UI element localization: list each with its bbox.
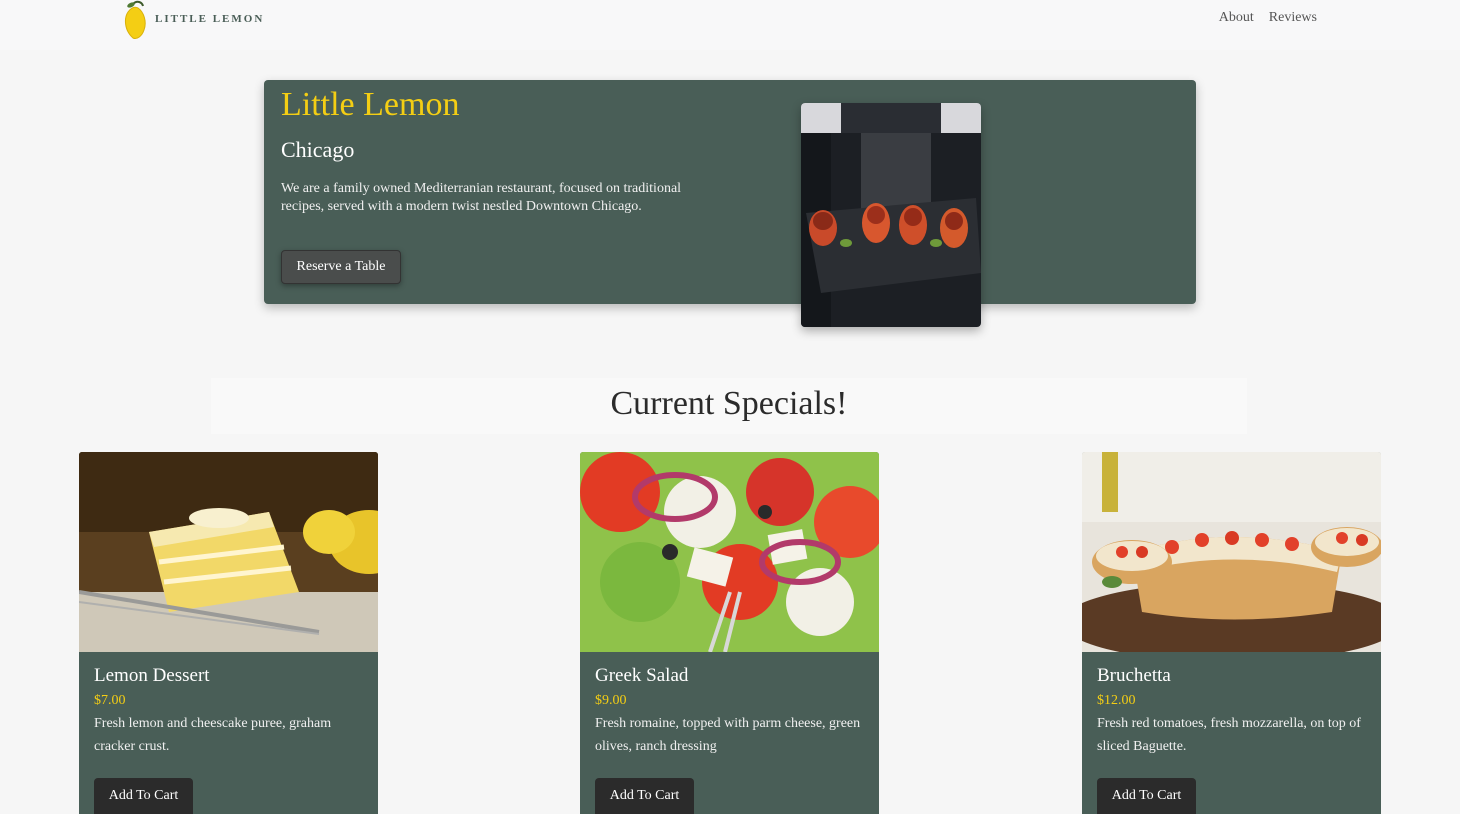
special-card-name: Bruchetta	[1097, 665, 1171, 686]
hero-description: We are a family owned Mediterranian rest…	[281, 181, 682, 214]
add-to-cart-button[interactable]: Add To Cart	[94, 778, 193, 814]
main-nav: About Reviews	[1219, 10, 1317, 26]
lemon-logo-icon	[124, 0, 146, 39]
top-bar: LITTLE LEMON About Reviews	[0, 0, 1460, 50]
special-card-description: Fresh romaine, topped with parm cheese, …	[595, 716, 861, 754]
lemon-dessert-image	[79, 452, 378, 652]
logo-text: LITTLE LEMON	[155, 13, 265, 25]
nav-link-about[interactable]: About	[1219, 10, 1254, 26]
special-card: Lemon Dessert $7.00 Fresh lemon and chee…	[79, 452, 378, 814]
add-to-cart-button[interactable]: Add To Cart	[595, 778, 694, 814]
hero-subtitle: Chicago	[281, 137, 355, 162]
special-card-price: $9.00	[595, 693, 627, 708]
special-card-name: Greek Salad	[595, 665, 689, 686]
hero-section: Little Lemon Chicago We are a family own…	[264, 80, 1196, 304]
reserve-table-button[interactable]: Reserve a Table	[281, 250, 401, 284]
greek-salad-image	[580, 452, 879, 652]
special-card-price: $7.00	[94, 693, 126, 708]
hero-image	[801, 103, 981, 327]
special-card: Greek Salad $9.00 Fresh romaine, topped …	[580, 452, 879, 814]
special-card-description: Fresh lemon and cheescake puree, graham …	[94, 716, 332, 754]
logo[interactable]: LITTLE LEMON	[122, 0, 272, 40]
add-to-cart-button[interactable]: Add To Cart	[1097, 778, 1196, 814]
hero-title: Little Lemon	[281, 86, 460, 123]
special-card-price: $12.00	[1097, 693, 1136, 708]
special-card-description: Fresh red tomatoes, fresh mozzarella, on…	[1097, 716, 1361, 754]
specials-title: Current Specials!	[610, 385, 848, 422]
nav-link-reviews[interactable]: Reviews	[1269, 10, 1317, 26]
special-card-name: Lemon Dessert	[94, 665, 210, 686]
special-card: Bruchetta $12.00 Fresh red tomatoes, fre…	[1082, 452, 1381, 814]
bruchetta-image	[1082, 452, 1381, 652]
specials-header: Current Specials!	[211, 378, 1247, 434]
